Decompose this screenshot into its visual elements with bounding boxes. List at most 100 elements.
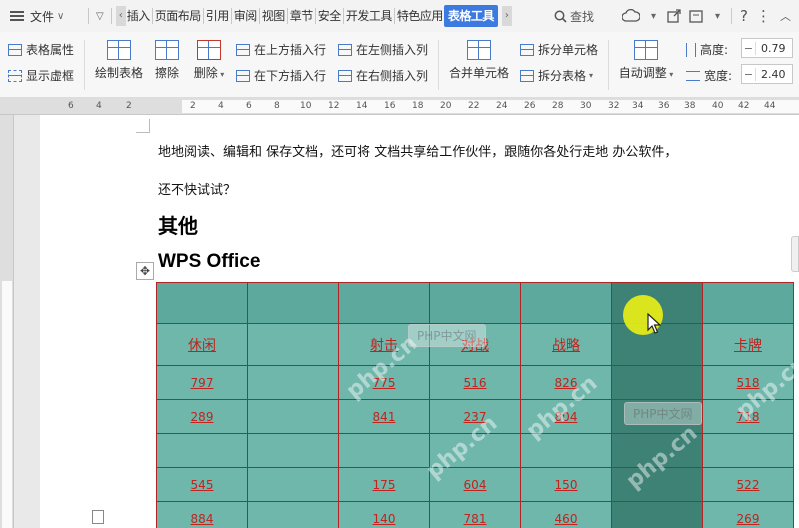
table-cell[interactable] [520, 433, 612, 468]
help-icon[interactable]: ? [740, 7, 748, 25]
more-options-icon[interactable]: ⋮ [756, 7, 772, 25]
table-cell[interactable]: 150 [520, 467, 612, 502]
heading-other[interactable]: 其他 [158, 210, 198, 239]
table-cell[interactable] [611, 433, 703, 468]
table-cell[interactable]: 269 [702, 501, 794, 528]
search-button[interactable]: 查找 [554, 8, 594, 25]
split-table-button[interactable]: 拆分表格 ▾ [520, 67, 593, 84]
crop-mark [136, 119, 150, 133]
table-cell[interactable]: 516 [429, 365, 521, 400]
table-cell[interactable] [247, 501, 339, 528]
draw-table-button[interactable]: 绘制表格 [94, 40, 144, 81]
table-cell[interactable]: 884 [156, 501, 248, 528]
table-cell[interactable]: 826 [520, 365, 612, 400]
table-cell[interactable]: 781 [429, 501, 521, 528]
table-cell[interactable] [429, 433, 521, 468]
tab-insert[interactable]: 插入 [126, 5, 151, 27]
gridlines-icon [8, 69, 22, 82]
export-icon[interactable] [689, 9, 704, 23]
col-width-input[interactable]: − 2.40 [741, 64, 793, 84]
table-cell[interactable]: 460 [520, 501, 612, 528]
table-cell[interactable]: 804 [520, 399, 612, 434]
merge-cells-button[interactable]: 合并单元格 [448, 40, 510, 81]
table-cell[interactable]: 战略 [520, 323, 612, 366]
table-cell[interactable]: 604 [429, 467, 521, 502]
decrease-width-button[interactable]: − [742, 67, 756, 81]
table-move-handle-icon[interactable]: ✥ [136, 262, 154, 280]
ruler-label: 8 [274, 101, 280, 111]
table-cell[interactable] [338, 433, 430, 468]
tab-page-layout[interactable]: 页面布局 [154, 5, 202, 27]
body-paragraph[interactable]: 地地阅读、编辑和 保存文档，还可将 文档共享给工作伙伴，跟随你各处行走地 办公软… [158, 141, 677, 160]
table-cell[interactable]: 卡牌 [702, 323, 794, 366]
show-gridlines-button[interactable]: 显示虚框 [8, 67, 74, 84]
auto-fit-button[interactable]: 自动调整 ▾ [616, 40, 676, 81]
chevron-down-icon[interactable]: ▾ [712, 11, 723, 22]
tab-developer-tools[interactable]: 开发工具 [345, 5, 393, 27]
table-properties-button[interactable]: 表格属性 [8, 41, 74, 58]
erase-button[interactable]: 擦除 [150, 40, 184, 81]
table-cell[interactable] [247, 399, 339, 434]
table-cell[interactable]: 522 [702, 467, 794, 502]
table-cell[interactable] [611, 501, 703, 528]
table-cell[interactable] [247, 433, 339, 468]
row-height-input[interactable]: − 0.79 [741, 38, 793, 58]
row-height-value[interactable]: 0.79 [756, 42, 786, 55]
table-cell[interactable]: 718 [702, 399, 794, 434]
table-cell[interactable] [247, 323, 339, 366]
body-paragraph[interactable]: 还不快试试？ [158, 179, 236, 198]
insert-col-right-button[interactable]: 在右侧插入列 [338, 67, 428, 84]
tabs-scroll-left-icon[interactable]: ‹ [115, 6, 126, 26]
tab-table-tools[interactable]: 表格工具 [443, 5, 498, 27]
split-cells-button[interactable]: 拆分单元格 [520, 41, 598, 58]
file-menu[interactable]: 文件 ∨ [0, 8, 84, 25]
table-cell[interactable]: 518 [702, 365, 794, 400]
tabs-scroll-right-icon[interactable]: › [501, 6, 512, 26]
tab-security[interactable]: 安全 [317, 5, 342, 27]
table-cell[interactable]: 237 [429, 399, 521, 434]
table-cell[interactable] [156, 433, 248, 468]
decrease-height-button[interactable]: − [742, 41, 756, 55]
chevron-down-icon[interactable]: ▾ [648, 11, 659, 22]
heading-wps-office[interactable]: WPS Office [158, 251, 260, 273]
share-icon[interactable] [667, 9, 681, 23]
table-cell[interactable]: 841 [338, 399, 430, 434]
table-cell[interactable] [702, 433, 794, 468]
table-cell[interactable] [611, 365, 703, 400]
horizontal-ruler[interactable]: 6 4 2 2 4 6 8 10 12 14 16 18 20 22 24 26… [0, 98, 799, 115]
table-cell[interactable]: 775 [338, 365, 430, 400]
table-cell[interactable] [611, 467, 703, 502]
table-cell[interactable] [247, 467, 339, 502]
table-cell[interactable] [156, 282, 248, 324]
insert-col-left-button[interactable]: 在左侧插入列 [338, 41, 428, 58]
table-cell[interactable] [520, 282, 612, 324]
table-cell[interactable]: 797 [156, 365, 248, 400]
document-status-icon[interactable] [92, 510, 104, 524]
table-cell[interactable] [429, 282, 521, 324]
document-page[interactable]: 地地阅读、编辑和 保存文档，还可将 文档共享给工作伙伴，跟随你各处行走地 办公软… [40, 115, 799, 528]
delete-button[interactable]: 删除 ▾ [190, 40, 228, 81]
file-menu-label: 文件 [30, 9, 55, 24]
tab-chapter[interactable]: 章节 [289, 5, 314, 27]
col-width-value[interactable]: 2.40 [756, 68, 786, 81]
tab-review[interactable]: 审阅 [233, 5, 258, 27]
table-cell[interactable]: 175 [338, 467, 430, 502]
table-cell[interactable] [247, 282, 339, 324]
table-cell[interactable]: 140 [338, 501, 430, 528]
quick-access-dropdown-icon[interactable]: ▽ [93, 11, 107, 22]
insert-row-below-button[interactable]: 在下方插入行 [236, 67, 326, 84]
table-cell[interactable] [702, 282, 794, 324]
vertical-ruler[interactable] [0, 115, 14, 528]
tab-references[interactable]: 引用 [205, 5, 230, 27]
collapse-ribbon-icon[interactable]: ︿ [780, 8, 791, 24]
tab-view[interactable]: 视图 [261, 5, 286, 27]
table-cell[interactable] [247, 365, 339, 400]
tab-special-apps[interactable]: 特色应用 [396, 5, 444, 27]
table-cell[interactable]: 289 [156, 399, 248, 434]
table-cell[interactable]: 545 [156, 467, 248, 502]
insert-row-above-button[interactable]: 在上方插入行 [236, 41, 326, 58]
table-cell[interactable] [338, 282, 430, 324]
side-panel-toggle[interactable] [791, 236, 799, 272]
cloud-sync-icon[interactable] [621, 9, 640, 23]
table-cell[interactable]: 休闲 [156, 323, 248, 366]
